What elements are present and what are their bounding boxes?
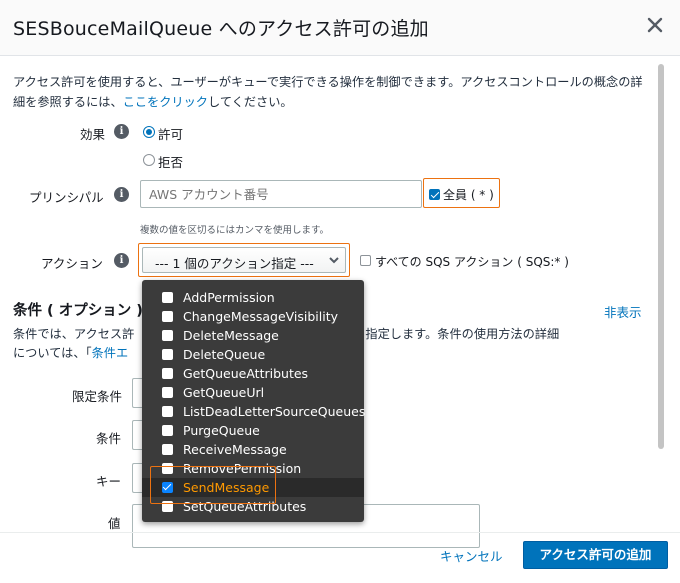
- action-option-label[interactable]: RemovePermission: [183, 461, 301, 476]
- action-label: アクション: [41, 256, 103, 271]
- all-actions-checkbox[interactable]: [360, 255, 371, 266]
- effect-allow-label[interactable]: 許可: [158, 124, 183, 143]
- action-option-label[interactable]: ReceiveMessage: [183, 442, 287, 457]
- action-option-label[interactable]: SendMessage: [183, 480, 269, 495]
- action-option-label[interactable]: PurgeQueue: [183, 423, 260, 438]
- action-option-listdeadlettersourcequeues[interactable]: ListDeadLetterSourceQueues: [142, 402, 365, 421]
- action-dropdown-list[interactable]: AddPermission ChangeMessageVisibility De…: [142, 280, 365, 522]
- condition-label: 条件: [96, 431, 122, 446]
- effect-label: 効果: [80, 127, 106, 142]
- action-option-checkbox[interactable]: [162, 349, 173, 360]
- conditions-title: 条件 ( オプション ): [13, 303, 143, 319]
- help-link[interactable]: ここをクリック: [123, 95, 208, 109]
- effect-deny-label[interactable]: 拒否: [158, 152, 183, 171]
- action-option-changemessagevisibility[interactable]: ChangeMessageVisibility: [142, 307, 364, 326]
- qualifier-label: 限定条件: [72, 389, 123, 404]
- action-option-checkbox[interactable]: [162, 482, 173, 493]
- action-option-checkbox[interactable]: [162, 463, 173, 474]
- action-option-label[interactable]: GetQueueUrl: [183, 385, 264, 400]
- action-option-receivemessage[interactable]: ReceiveMessage: [142, 440, 364, 459]
- principal-info-icon[interactable]: i: [114, 187, 129, 202]
- action-option-sendmessage[interactable]: SendMessage: [142, 478, 364, 497]
- action-select[interactable]: --- 1 個のアクション指定 ---: [142, 247, 346, 273]
- conditions-link[interactable]: 条件エ: [92, 346, 129, 360]
- effect-allow-radio[interactable]: [143, 126, 155, 138]
- action-select-value: --- 1 個のアクション指定 ---: [155, 256, 314, 271]
- principal-label: プリンシパル: [29, 190, 104, 205]
- footer-divider: [0, 532, 680, 533]
- scrollbar-thumb[interactable]: [658, 64, 664, 449]
- action-option-checkbox[interactable]: [162, 330, 173, 341]
- action-option-checkbox[interactable]: [162, 311, 173, 322]
- action-option-label[interactable]: DeleteQueue: [183, 347, 265, 362]
- action-option-getqueueurl[interactable]: GetQueueUrl: [142, 383, 364, 402]
- action-option-setqueueattributes[interactable]: SetQueueAttributes: [142, 497, 364, 516]
- action-option-label[interactable]: SetQueueAttributes: [183, 499, 306, 514]
- action-option-label[interactable]: DeleteMessage: [183, 328, 279, 343]
- close-button[interactable]: [644, 14, 666, 36]
- everyone-checkbox[interactable]: [429, 189, 440, 200]
- action-option-checkbox[interactable]: [162, 425, 173, 436]
- hide-conditions-link[interactable]: 非表示: [604, 302, 642, 321]
- principal-input[interactable]: [140, 180, 422, 208]
- action-option-checkbox[interactable]: [162, 444, 173, 455]
- action-option-checkbox[interactable]: [162, 387, 173, 398]
- dialog-title: SESBouceMailQueue へのアクセス許可の追加: [13, 18, 429, 40]
- action-option-deletequeue[interactable]: DeleteQueue: [142, 345, 364, 364]
- key-label: キー: [96, 474, 122, 489]
- principal-hint: 複数の値を区切るにはカンマを使用します。: [140, 225, 330, 236]
- all-actions-label[interactable]: すべての SQS アクション ( SQS:* ): [375, 253, 569, 270]
- action-option-label[interactable]: GetQueueAttributes: [183, 366, 308, 381]
- action-option-label[interactable]: AddPermission: [183, 290, 275, 305]
- action-option-checkbox[interactable]: [162, 368, 173, 379]
- close-icon[interactable]: [644, 14, 666, 36]
- action-info-icon[interactable]: i: [114, 253, 129, 268]
- action-option-purgequeue[interactable]: PurgeQueue: [142, 421, 364, 440]
- effect-info-icon[interactable]: i: [114, 124, 129, 139]
- intro-text: アクセス許可を使用すると、ユーザーがキューで実行できる操作を制御できます。アクセ…: [13, 75, 643, 109]
- everyone-label[interactable]: 全員 ( * ): [443, 186, 494, 203]
- cancel-button[interactable]: キャンセル: [440, 546, 503, 565]
- add-permission-button[interactable]: アクセス許可の追加: [523, 541, 668, 569]
- action-option-checkbox[interactable]: [162, 406, 173, 417]
- action-option-label[interactable]: ListDeadLetterSourceQueues: [183, 404, 365, 419]
- dialog-header: SESBouceMailQueue へのアクセス許可の追加: [0, 0, 680, 56]
- action-option-checkbox[interactable]: [162, 501, 173, 512]
- action-option-checkbox[interactable]: [162, 292, 173, 303]
- action-option-getqueueattributes[interactable]: GetQueueAttributes: [142, 364, 364, 383]
- value-label: 値: [108, 516, 121, 531]
- action-option-addpermission[interactable]: AddPermission: [142, 288, 364, 307]
- effect-deny-radio[interactable]: [143, 154, 155, 166]
- action-option-deletemessage[interactable]: DeleteMessage: [142, 326, 364, 345]
- action-option-removepermission[interactable]: RemovePermission: [142, 459, 364, 478]
- action-option-label[interactable]: ChangeMessageVisibility: [183, 309, 338, 324]
- chevron-down-icon: [329, 257, 339, 264]
